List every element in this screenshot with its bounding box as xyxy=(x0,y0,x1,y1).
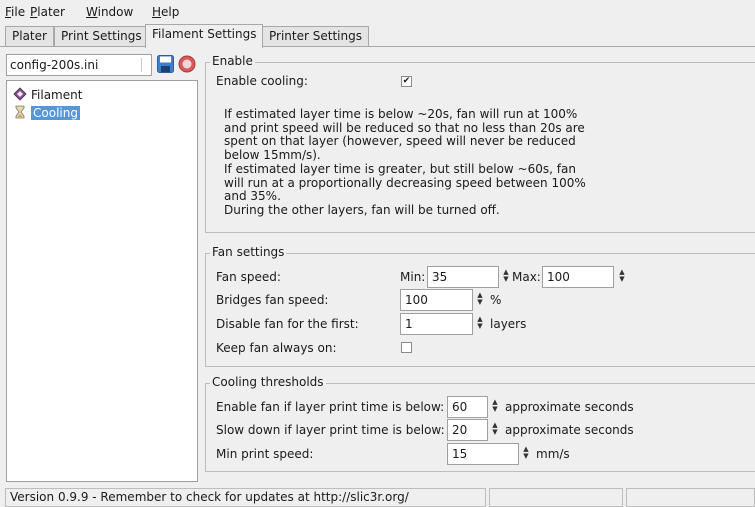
combo-dropdown-handle[interactable] xyxy=(141,58,149,72)
tab-divider xyxy=(0,46,755,47)
bridges-fan-speed-spinner[interactable]: ▲ ▼ xyxy=(476,292,484,308)
min-print-speed-unit: mm/s xyxy=(536,447,570,461)
fan-settings-title: Fan settings xyxy=(210,245,287,259)
enable-fan-threshold-spinner[interactable]: ▲ ▼ xyxy=(491,399,499,415)
menu-help[interactable]: Help xyxy=(152,5,179,19)
bridges-fan-speed-unit: % xyxy=(490,293,502,307)
menu-bar: File Plater Window Help xyxy=(0,0,755,24)
disable-fan-spinner[interactable]: ▲ ▼ xyxy=(476,316,484,332)
settings-tree: Filament Cooling xyxy=(6,80,198,482)
preset-panel: config-200s.ini Filament Cooling xyxy=(6,52,199,482)
tree-item-filament[interactable]: Filament xyxy=(13,87,82,103)
enable-fan-threshold-unit: approximate seconds xyxy=(505,400,634,414)
min-print-speed-spinner[interactable]: ▲ ▼ xyxy=(522,446,530,462)
tree-item-cooling[interactable]: Cooling xyxy=(13,105,80,121)
keep-fan-on-checkbox[interactable] xyxy=(401,342,412,353)
spool-icon xyxy=(13,87,27,101)
menu-file[interactable]: File xyxy=(5,5,25,19)
enable-fan-threshold-input[interactable]: 60 xyxy=(447,396,488,418)
bridges-fan-speed-input[interactable]: 100 xyxy=(400,289,473,311)
preset-select[interactable]: config-200s.ini xyxy=(6,54,152,76)
tab-printer-settings[interactable]: Printer Settings xyxy=(262,26,369,47)
save-preset-icon[interactable] xyxy=(157,55,174,73)
fan-speed-label: Fan speed: xyxy=(216,270,281,284)
delete-preset-icon[interactable] xyxy=(178,55,196,73)
status-cell-3 xyxy=(626,488,755,507)
fan-max-label: Max: xyxy=(512,270,541,284)
slow-down-threshold-input[interactable]: 20 xyxy=(447,419,488,441)
cooling-thresholds-title: Cooling thresholds xyxy=(210,375,326,389)
enable-cooling-checkbox[interactable]: ✔ xyxy=(401,76,412,87)
hourglass-icon xyxy=(15,105,25,119)
enable-cooling-label: Enable cooling: xyxy=(216,74,308,88)
enable-group-title: Enable xyxy=(210,54,255,68)
slow-down-threshold-unit: approximate seconds xyxy=(505,423,634,437)
fan-max-spinner[interactable]: ▲ ▼ xyxy=(618,269,626,285)
fan-max-input[interactable]: 100 xyxy=(542,266,614,288)
tab-print-settings[interactable]: Print Settings xyxy=(54,26,149,47)
menu-plater[interactable]: Plater xyxy=(30,5,65,19)
disable-fan-label: Disable fan for the first: xyxy=(216,317,359,331)
enable-fan-threshold-label: Enable fan if layer print time is below: xyxy=(216,400,445,414)
disable-fan-unit: layers xyxy=(490,317,527,331)
fan-min-label: Min: xyxy=(400,270,426,284)
min-print-speed-label: Min print speed: xyxy=(216,447,314,461)
min-print-speed-input[interactable]: 15 xyxy=(447,443,519,465)
disable-fan-input[interactable]: 1 xyxy=(400,313,473,335)
status-bar: Version 0.9.9 - Remember to check for up… xyxy=(0,486,755,507)
slow-down-threshold-label: Slow down if layer print time is below: xyxy=(216,423,445,437)
menu-window[interactable]: Window xyxy=(86,5,133,19)
keep-fan-on-label: Keep fan always on: xyxy=(216,341,337,355)
bridges-fan-speed-label: Bridges fan speed: xyxy=(216,293,329,307)
status-cell-2 xyxy=(489,488,623,507)
preset-select-value: config-200s.ini xyxy=(10,58,99,72)
cooling-description: If estimated layer time is below ~20s, f… xyxy=(224,107,586,217)
tab-filament-settings[interactable]: Filament Settings xyxy=(145,24,264,48)
fan-min-spinner[interactable]: ▲ ▼ xyxy=(502,269,510,285)
tab-plater[interactable]: Plater xyxy=(5,26,54,47)
fan-min-input[interactable]: 35 xyxy=(427,266,499,288)
status-message: Version 0.9.9 - Remember to check for up… xyxy=(5,488,486,507)
tab-bar: Plater Print Settings Filament Settings … xyxy=(0,24,755,48)
slow-down-threshold-spinner[interactable]: ▲ ▼ xyxy=(491,422,499,438)
